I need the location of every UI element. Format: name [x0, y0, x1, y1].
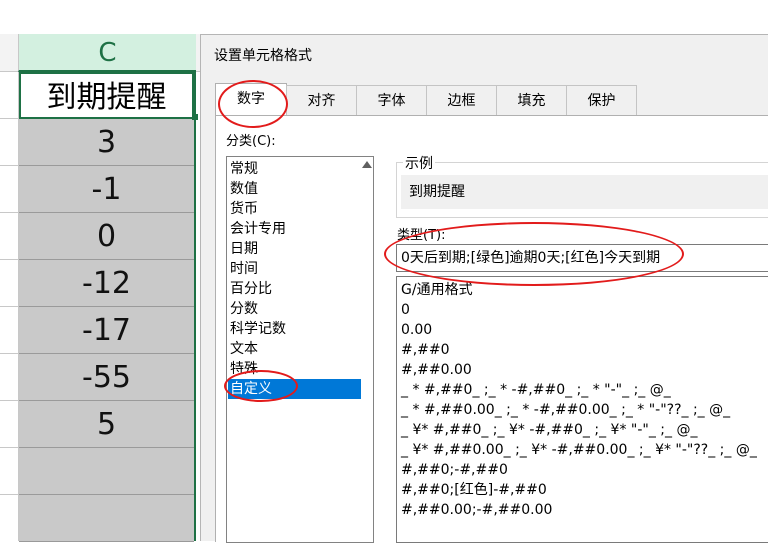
cell[interactable] [0, 354, 18, 401]
category-label: 分类(C): [226, 134, 276, 149]
data-cell[interactable]: 3 [19, 119, 194, 166]
cell[interactable] [0, 119, 18, 166]
header-cell-reminder[interactable]: 到期提醒 [19, 72, 194, 119]
category-scientific[interactable]: 科学记数 [228, 319, 363, 339]
cell[interactable] [0, 307, 18, 354]
format-code-item[interactable]: 0 [401, 300, 410, 320]
category-list[interactable]: 常规 数值 货币 会计专用 日期 时间 百分比 分数 科学记数 文本 特殊 自定… [226, 156, 374, 543]
data-cell[interactable]: -17 [19, 307, 194, 354]
format-code-item[interactable]: _ * #,##0_ ;_ * -#,##0_ ;_ * "-"_ ;_ @_ [401, 380, 671, 400]
data-cell[interactable]: -1 [19, 166, 194, 213]
tab-border[interactable]: 边框 [426, 85, 497, 115]
data-cell[interactable]: 0 [19, 213, 194, 260]
tab-protection[interactable]: 保护 [566, 85, 637, 115]
category-accounting[interactable]: 会计专用 [228, 219, 363, 239]
tab-font[interactable]: 字体 [356, 85, 427, 115]
category-general[interactable]: 常规 [228, 159, 363, 179]
format-code-item[interactable]: #,##0.00;-#,##0.00 [401, 500, 552, 520]
column-c-cells: 到期提醒 3 -1 0 -12 -17 -55 5 [18, 72, 196, 542]
cell[interactable] [0, 448, 18, 495]
data-cell[interactable] [19, 495, 194, 542]
sample-preview: 到期提醒 [401, 175, 768, 209]
category-scrollbar[interactable] [361, 157, 373, 542]
category-time[interactable]: 时间 [228, 259, 363, 279]
format-code-item[interactable]: #,##0.00 [401, 360, 472, 380]
dialog-title: 设置单元格格式 [214, 48, 312, 64]
column-b-cells [0, 72, 18, 541]
scroll-up-arrow-icon[interactable] [362, 161, 372, 168]
category-percentage[interactable]: 百分比 [228, 279, 363, 299]
cell[interactable] [0, 401, 18, 448]
annotation-circle-type-input [384, 222, 684, 286]
category-text[interactable]: 文本 [228, 339, 363, 359]
category-currency[interactable]: 货币 [228, 199, 363, 219]
format-code-item[interactable]: _ ¥* #,##0.00_ ;_ ¥* -#,##0.00_ ;_ ¥* "-… [401, 440, 757, 460]
tab-alignment[interactable]: 对齐 [286, 85, 357, 115]
annotation-circle-number-tab [218, 80, 288, 128]
sample-group: 示例 到期提醒 [396, 153, 768, 218]
cell[interactable] [0, 166, 18, 213]
category-date[interactable]: 日期 [228, 239, 363, 259]
category-number[interactable]: 数值 [228, 179, 363, 199]
data-cell[interactable]: 5 [19, 401, 194, 448]
annotation-circle-custom [224, 370, 298, 402]
format-code-item[interactable]: G/通用格式 [401, 280, 473, 300]
cell[interactable] [0, 213, 18, 260]
format-code-item[interactable]: _ ¥* #,##0_ ;_ ¥* -#,##0_ ;_ ¥* "-"_ ;_ … [401, 420, 697, 440]
format-code-list[interactable]: G/通用格式 0 0.00 #,##0 #,##0.00 _ * #,##0_ … [396, 276, 768, 543]
format-code-item[interactable]: _ * #,##0.00_ ;_ * -#,##0.00_ ;_ * "-"??… [401, 400, 730, 420]
tab-fill[interactable]: 填充 [496, 85, 567, 115]
data-cell[interactable]: -55 [19, 354, 194, 401]
sample-label: 示例 [403, 153, 435, 173]
number-tab-panel: 分类(C): 常规 数值 货币 会计专用 日期 时间 百分比 分数 科学记数 文… [215, 115, 768, 543]
format-code-item[interactable]: #,##0;[红色]-#,##0 [401, 480, 547, 500]
data-cell[interactable]: -12 [19, 260, 194, 307]
data-cell[interactable] [19, 448, 194, 495]
format-code-item[interactable]: #,##0 [401, 340, 450, 360]
fill-handle[interactable] [192, 114, 198, 120]
column-header-c[interactable]: C [18, 34, 196, 72]
cell[interactable] [0, 260, 18, 307]
spreadsheet-area: C 到期提醒 3 -1 0 -12 -17 -55 5 [0, 0, 200, 542]
format-code-item[interactable]: #,##0;-#,##0 [401, 460, 508, 480]
cell[interactable] [0, 72, 18, 119]
format-code-item[interactable]: 0.00 [401, 320, 432, 340]
category-fraction[interactable]: 分数 [228, 299, 363, 319]
